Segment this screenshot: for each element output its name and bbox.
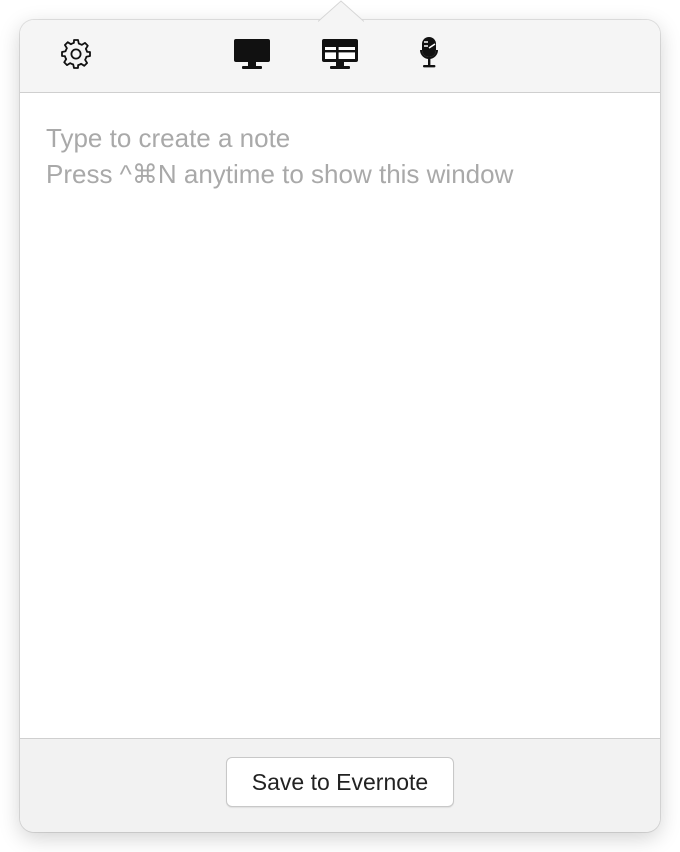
microphone-icon [420, 37, 438, 68]
note-editor[interactable]: Type to create a note Press ^⌘N anytime … [20, 94, 660, 738]
quick-note-popover: Type to create a note Press ^⌘N anytime … [20, 20, 660, 832]
settings-button[interactable] [56, 34, 96, 74]
region-capture-icon [322, 39, 358, 69]
toolbar [20, 20, 660, 93]
popover-arrow [318, 0, 364, 22]
save-to-evernote-button[interactable]: Save to Evernote [226, 757, 454, 807]
gear-icon [61, 39, 91, 69]
placeholder-line-2: Press ^⌘N anytime to show this window [46, 159, 514, 189]
screen-capture-button[interactable] [232, 34, 272, 74]
monitor-icon [234, 39, 270, 69]
screen: Type to create a note Press ^⌘N anytime … [0, 0, 680, 852]
audio-record-button[interactable] [410, 34, 450, 74]
placeholder-line-1: Type to create a note [46, 123, 291, 153]
footer: Save to Evernote [20, 738, 660, 832]
region-capture-button[interactable] [320, 34, 360, 74]
